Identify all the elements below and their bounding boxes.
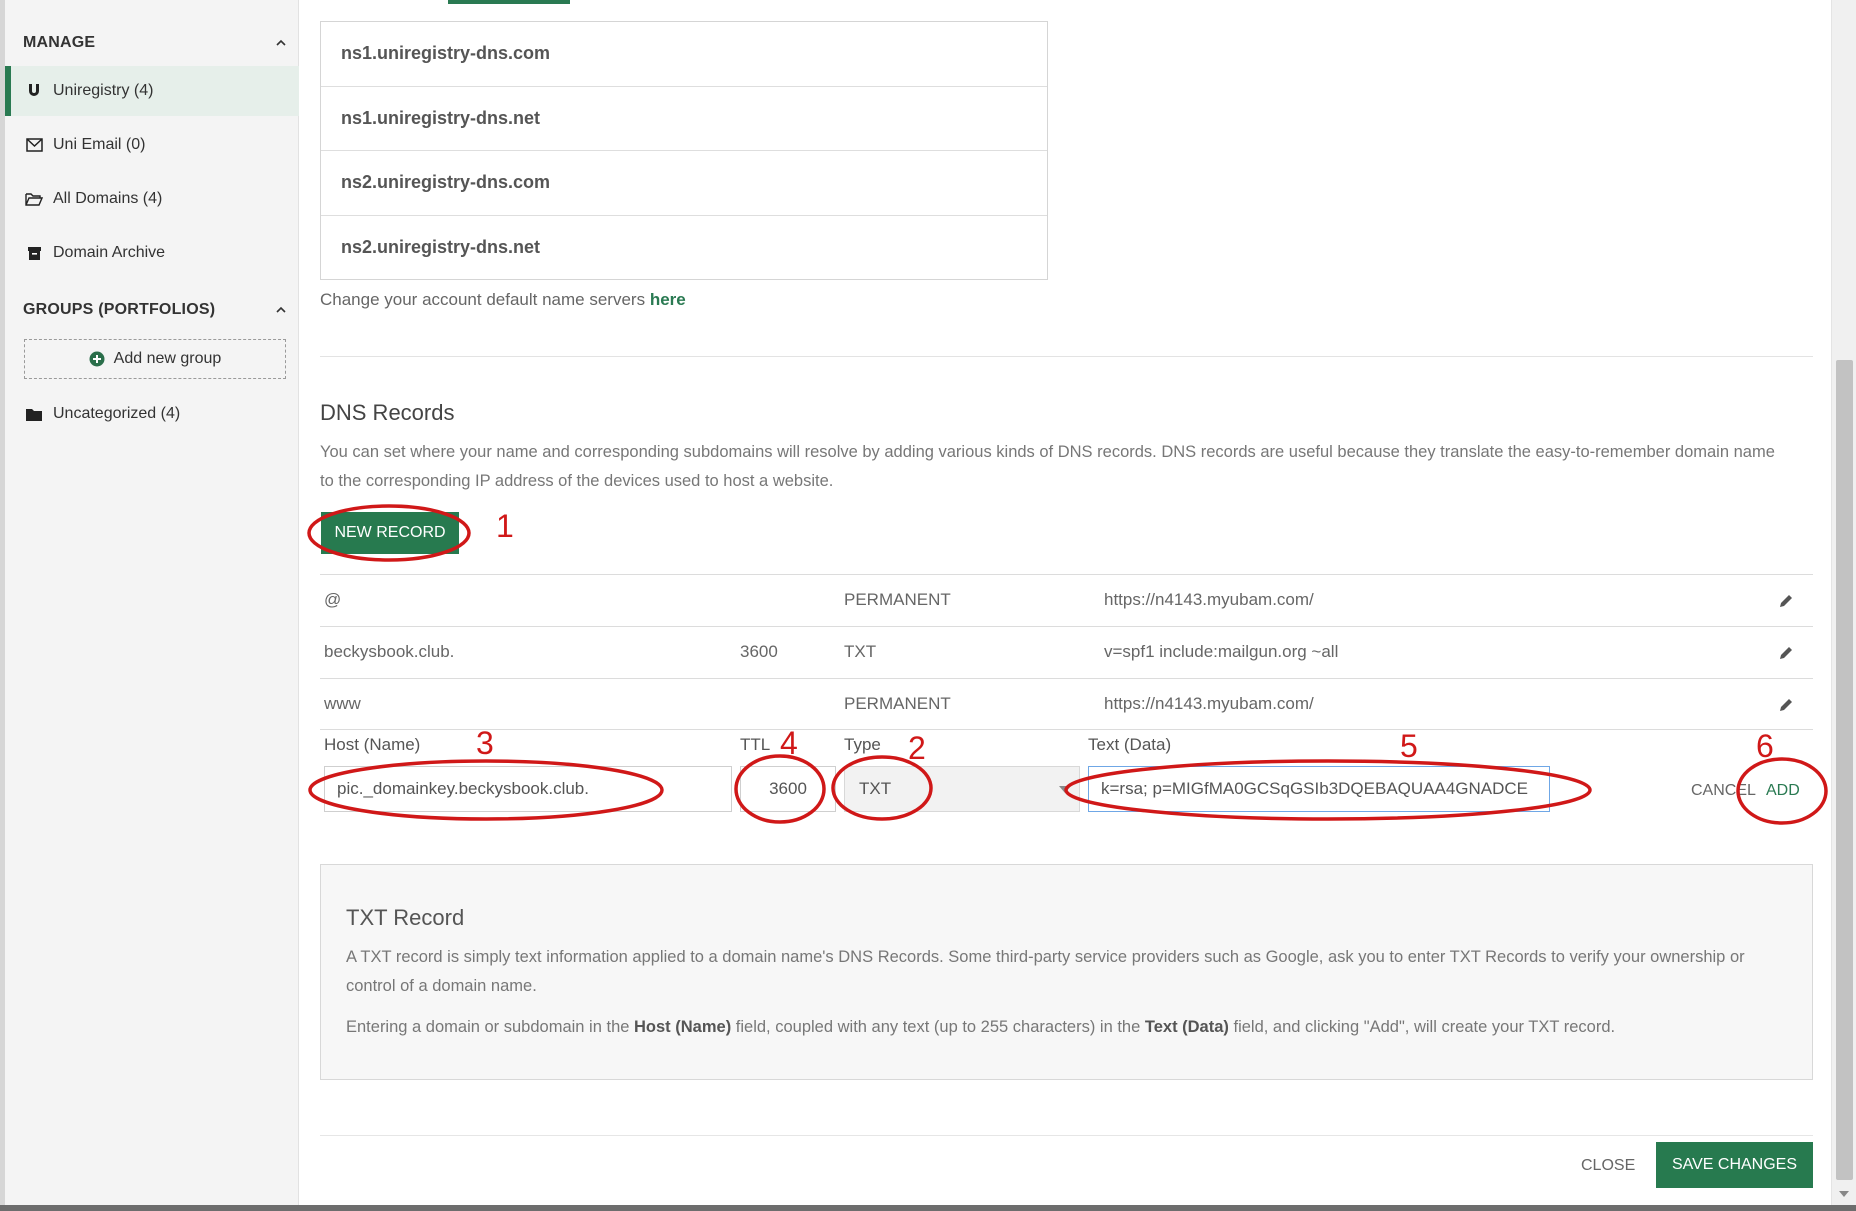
default-nameservers-link[interactable]: here xyxy=(650,290,686,309)
scroll-down-arrow-icon[interactable] xyxy=(1839,1191,1849,1197)
scrollbar-thumb[interactable] xyxy=(1836,360,1853,1180)
add-group-label: Add new group xyxy=(113,350,222,367)
ttl-label: TTL xyxy=(740,735,771,754)
sidebar-item-uniregistry[interactable]: Uniregistry (4) xyxy=(5,66,299,116)
annotation-number: 5 xyxy=(1400,728,1418,764)
record-type: PERMANENT xyxy=(844,590,951,609)
sidebar-item-label: Uncategorized (4) xyxy=(53,405,181,422)
info-paragraph: A TXT record is simply text information … xyxy=(346,948,1745,995)
nameserver-note: Change your account default name servers… xyxy=(320,290,686,310)
nameserver-item: ns2.uniregistry-dns.net xyxy=(341,237,541,258)
type-select[interactable]: TXT xyxy=(844,766,1080,812)
info-emphasis: Text (Data) xyxy=(1144,1018,1229,1036)
record-host: www xyxy=(324,694,361,713)
mail-icon xyxy=(25,136,43,154)
ttl-input[interactable]: 3600 xyxy=(740,766,836,812)
table-row: beckysbook.club. 3600 TXT v=spf1 include… xyxy=(320,626,1813,678)
record-data: v=spf1 include:mailgun.org ~all xyxy=(1104,642,1339,661)
nameserver-item: ns2.uniregistry-dns.com xyxy=(321,151,1047,216)
info-paragraph: Entering a domain or subdomain in the Ho… xyxy=(346,1013,1786,1042)
folder-icon xyxy=(25,405,43,423)
chevron-up-icon[interactable] xyxy=(275,304,287,316)
nameserver-item: ns1.uniregistry-dns.net xyxy=(321,87,1047,151)
annotation-number: 4 xyxy=(780,725,798,761)
caret-down-icon xyxy=(1059,786,1071,793)
close-button[interactable]: CLOSE xyxy=(1581,1157,1635,1175)
sidebar-item-label: Uniregistry (4) xyxy=(53,82,154,99)
magnet-icon xyxy=(25,82,43,100)
folder-open-icon xyxy=(25,190,43,208)
dns-records-table: @ PERMANENT https://n4143.myubam.com/ be… xyxy=(320,574,1813,730)
info-text: field, and clicking "Add", will create y… xyxy=(1228,1018,1616,1036)
groups-heading: GROUPS (PORTFOLIOS) xyxy=(23,301,216,318)
add-new-group-button[interactable]: Add new group xyxy=(24,339,286,379)
sidebar-item-all-domains[interactable]: All Domains (4) xyxy=(5,174,299,224)
add-button[interactable]: ADD xyxy=(1766,782,1800,800)
sidebar: MANAGE Uniregistry (4) Uni Email (0) All… xyxy=(5,0,299,1205)
footer-divider xyxy=(320,1135,1813,1136)
dns-records-title: DNS Records xyxy=(320,400,455,425)
sidebar-item-label: Uni Email (0) xyxy=(53,136,146,153)
host-name-label: Host (Name) xyxy=(324,735,421,754)
sidebar-item-uncategorized[interactable]: Uncategorized (4) xyxy=(5,389,299,439)
host-name-input[interactable]: pic._domainkey.beckysbook.club. xyxy=(324,766,732,812)
info-text: Entering a domain or subdomain in the xyxy=(346,1018,635,1036)
pencil-icon[interactable] xyxy=(1777,644,1795,662)
sidebar-item-label: All Domains (4) xyxy=(53,190,163,207)
plus-circle-icon xyxy=(89,351,105,367)
annotation-number: 3 xyxy=(476,725,494,761)
annotation-number: 1 xyxy=(496,508,514,544)
pencil-icon[interactable] xyxy=(1777,696,1795,714)
annotation-number: 6 xyxy=(1756,728,1774,764)
nameserver-item: ns1.uniregistry-dns.com xyxy=(321,22,1047,87)
cancel-button[interactable]: CANCEL xyxy=(1691,782,1756,800)
new-record-button[interactable]: NEW RECORD xyxy=(321,512,459,554)
text-data-input[interactable]: k=rsa; p=MIGfMA0GCSqGSIb3DQEBAQUAA4GNADC… xyxy=(1088,766,1550,812)
type-selected-value: TXT xyxy=(859,779,892,798)
info-text: field, coupled with any text (up to 255 … xyxy=(731,1018,1145,1036)
chevron-up-icon[interactable] xyxy=(275,37,287,49)
nameserver-list: ns1.uniregistry-dns.com ns1.uniregistry-… xyxy=(320,21,1048,280)
info-title: TXT Record xyxy=(346,905,465,930)
info-emphasis: Host (Name) xyxy=(634,1018,732,1036)
record-data: https://n4143.myubam.com/ xyxy=(1104,694,1314,713)
text-data-label: Text (Data) xyxy=(1088,735,1172,754)
nameserver-note-text: Change your account default name servers xyxy=(320,290,650,309)
record-host: @ xyxy=(324,590,342,609)
sidebar-item-uni-email[interactable]: Uni Email (0) xyxy=(5,120,299,170)
vertical-scrollbar[interactable] xyxy=(1831,0,1856,1205)
section-divider xyxy=(320,356,1813,357)
table-row: @ PERMANENT https://n4143.myubam.com/ xyxy=(320,574,1813,626)
archive-icon xyxy=(25,244,43,262)
txt-record-info-box: TXT Record A TXT record is simply text i… xyxy=(320,864,1813,1080)
record-type: TXT xyxy=(844,642,877,661)
record-data: https://n4143.myubam.com/ xyxy=(1104,590,1314,609)
table-row: www PERMANENT https://n4143.myubam.com/ xyxy=(320,678,1813,730)
window-bottom-edge xyxy=(0,1205,1856,1211)
pencil-icon[interactable] xyxy=(1777,592,1795,610)
dns-records-description: You can set where your name and correspo… xyxy=(320,443,1775,490)
active-tab-indicator xyxy=(448,0,570,4)
record-host: beckysbook.club. xyxy=(324,642,455,661)
save-changes-button[interactable]: SAVE CHANGES xyxy=(1656,1142,1813,1188)
type-label: Type xyxy=(844,735,881,754)
record-ttl: 3600 xyxy=(740,642,778,661)
manage-heading: MANAGE xyxy=(23,34,96,51)
sidebar-item-label: Domain Archive xyxy=(53,244,166,261)
annotation-number: 2 xyxy=(908,730,926,766)
sidebar-item-domain-archive[interactable]: Domain Archive xyxy=(5,228,299,278)
record-type: PERMANENT xyxy=(844,694,951,713)
